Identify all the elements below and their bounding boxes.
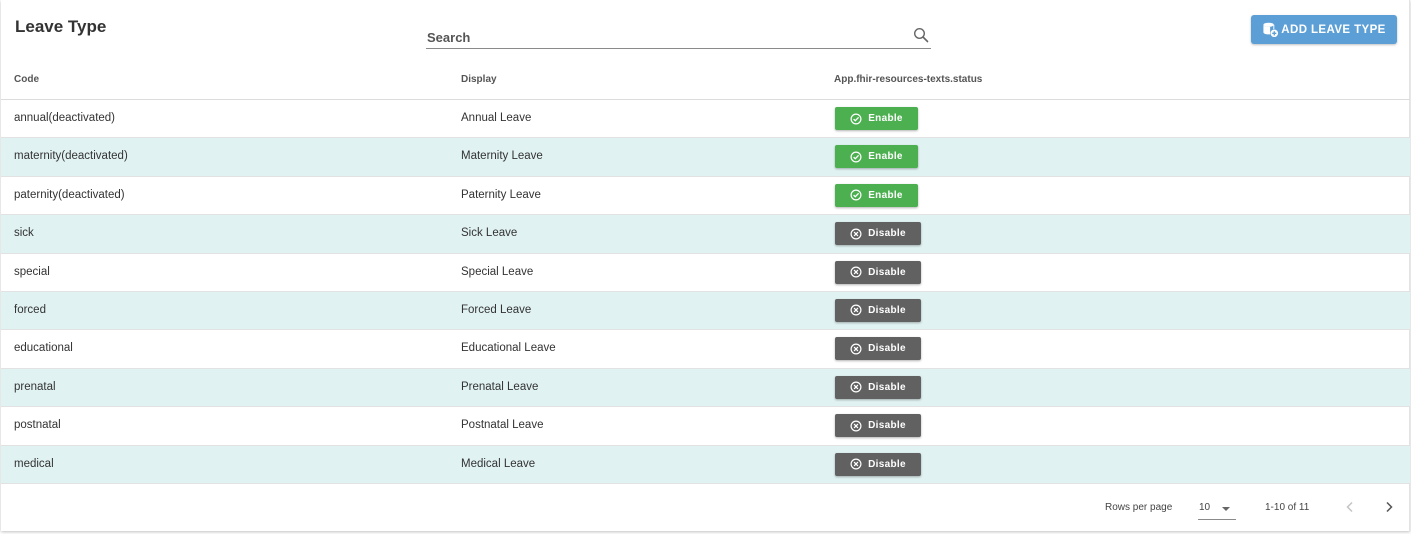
chevron-left-icon	[1346, 501, 1353, 513]
rows-per-page-select[interactable]: 10	[1198, 498, 1236, 520]
table-header: Code Display App.fhir-resources-texts.st…	[1, 60, 1410, 100]
status-button-label: Disable	[868, 420, 906, 432]
status-button-label: Disable	[868, 381, 906, 393]
cell-display: Educational Leave	[461, 342, 556, 355]
cell-display: Annual Leave	[461, 112, 532, 124]
cell-display: Prenatal Leave	[461, 380, 539, 393]
disable-button[interactable]: Disable	[835, 260, 921, 284]
status-button-label: Enable	[868, 113, 903, 124]
x-circle-icon	[850, 381, 862, 393]
status-button-label: Enable	[868, 151, 903, 163]
table-body: annual(deactivated) Annual Leave Enable mat…	[1, 100, 1410, 484]
check-circle-icon	[850, 189, 862, 201]
previous-page-button[interactable]	[1340, 497, 1360, 517]
x-circle-icon	[850, 343, 862, 355]
enable-button[interactable]: Enable	[835, 183, 918, 207]
cell-display: Postnatal Leave	[461, 419, 544, 432]
cell-code: maternity(deactivated)	[14, 150, 128, 163]
search-icon[interactable]	[913, 27, 929, 43]
status-button-label: Disable	[868, 266, 906, 278]
x-circle-icon	[850, 458, 862, 470]
search-field[interactable]	[426, 26, 931, 49]
cell-display: Medical Leave	[461, 457, 536, 470]
next-page-button[interactable]	[1379, 497, 1399, 517]
table-row: prenatal Prenatal Leave Disable	[1, 368, 1410, 408]
cell-code: special	[14, 265, 50, 278]
add-leave-type-label: ADD LEAVE TYPE	[1281, 23, 1386, 36]
rows-per-page-label: Rows per page	[1105, 502, 1173, 513]
x-circle-icon	[850, 420, 862, 432]
disable-button[interactable]: Disable	[835, 375, 921, 399]
rows-per-page-value: 10	[1199, 502, 1211, 513]
chevron-down-icon	[1222, 507, 1230, 511]
enable-button[interactable]: Enable	[835, 107, 918, 130]
column-header-code[interactable]: Code	[14, 74, 39, 85]
table-row: sick Sick Leave Disable	[1, 215, 1410, 254]
page-range-label: 1-10 of 11	[1265, 502, 1310, 513]
cell-code: paternity(deactivated)	[14, 188, 125, 201]
chevron-right-icon	[1386, 501, 1393, 513]
pagination: Rows per page 10 1-10 of 11	[1, 484, 1410, 530]
cell-code: postnatal	[14, 419, 61, 432]
table-row: postnatal Postnatal Leave Disable	[1, 407, 1410, 446]
disable-button[interactable]: Disable	[835, 414, 921, 438]
cell-code: prenatal	[14, 380, 56, 393]
disable-button[interactable]: Disable	[835, 222, 921, 246]
cell-code: medical	[14, 457, 54, 470]
x-circle-icon	[850, 266, 862, 278]
column-header-status[interactable]: App.fhir-resources-texts.status	[834, 74, 982, 85]
disable-button[interactable]: Disable	[835, 298, 921, 322]
leave-type-card: Leave Type ADD LEAVE TYPE Code Display A…	[1, 0, 1410, 531]
cell-display: Forced Leave	[461, 303, 532, 316]
cell-code: sick	[14, 227, 34, 240]
table-row: paternity(deactivated) Paternity Leave Ena…	[1, 177, 1410, 216]
status-button-label: Disable	[868, 304, 906, 316]
table-row: annual(deactivated) Annual Leave Enable	[1, 100, 1410, 139]
database-add-icon	[1263, 22, 1279, 38]
cell-code: annual(deactivated)	[14, 112, 116, 124]
x-circle-icon	[850, 304, 862, 316]
status-button-label: Enable	[868, 189, 903, 201]
cell-display: Maternity Leave	[461, 150, 543, 163]
table-row: special Special Leave Disable	[1, 254, 1410, 292]
cell-display: Paternity Leave	[461, 188, 541, 201]
disable-button[interactable]: Disable	[835, 452, 921, 476]
check-circle-icon	[850, 151, 862, 163]
status-button-label: Disable	[868, 343, 906, 355]
cell-code: educational	[14, 342, 73, 355]
table-row: educational Educational Leave Disable	[1, 330, 1410, 369]
page-title: Leave Type	[15, 17, 107, 36]
status-button-label: Disable	[868, 458, 906, 470]
table-row: forced Forced Leave Disable	[1, 291, 1410, 331]
add-leave-type-button[interactable]: ADD LEAVE TYPE	[1251, 15, 1397, 44]
x-circle-icon	[850, 228, 862, 240]
cell-code: forced	[14, 303, 46, 316]
search-input[interactable]	[426, 26, 906, 48]
status-button-label: Disable	[868, 228, 906, 240]
header: Leave Type ADD LEAVE TYPE	[1, 0, 1410, 60]
disable-button[interactable]: Disable	[835, 337, 921, 361]
table-row: medical Medical Leave Disable	[1, 445, 1410, 484]
table-row: maternity(deactivated) Maternity Leave Ena…	[1, 138, 1410, 177]
enable-button[interactable]: Enable	[835, 145, 918, 169]
cell-display: Special Leave	[461, 265, 534, 278]
check-circle-icon	[850, 112, 862, 125]
cell-display: Sick Leave	[461, 227, 518, 240]
column-header-display[interactable]: Display	[461, 74, 497, 85]
leave-type-table: Code Display App.fhir-resources-texts.st…	[1, 60, 1410, 484]
